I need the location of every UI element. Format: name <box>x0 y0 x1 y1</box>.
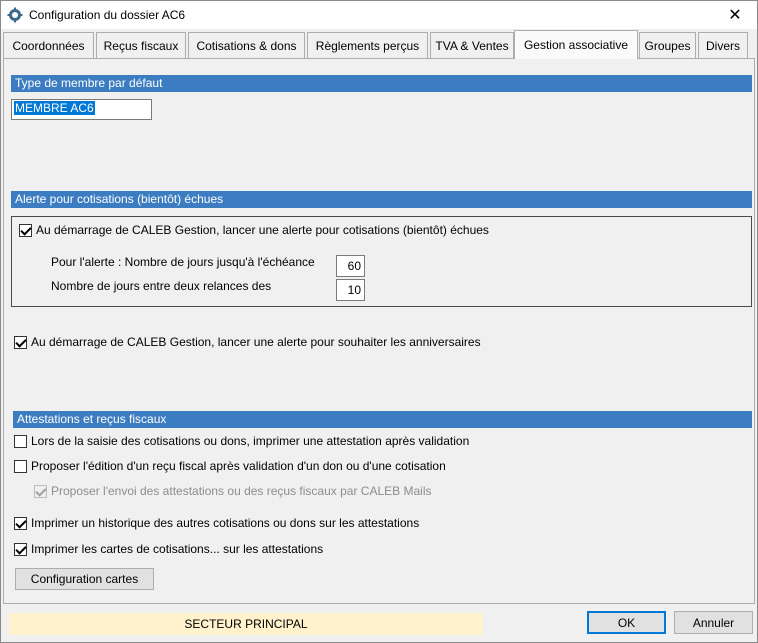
birthday-checkbox[interactable] <box>14 335 27 349</box>
print-attestation-row[interactable]: Lors de la saisie des cotisations ou don… <box>14 434 469 448</box>
startup-alert-label: Au démarrage de CALEB Gestion, lancer un… <box>36 223 489 237</box>
alert-header: Alerte pour cotisations (bientôt) échues <box>11 191 752 208</box>
member-type-value: MEMBRE AC6 <box>14 101 95 115</box>
tab-bar: Coordonnées Reçus fiscaux Cotisations & … <box>3 30 755 59</box>
configuration-cards-button[interactable]: Configuration cartes <box>15 568 154 590</box>
tab-groupes[interactable]: Groupes <box>639 32 696 58</box>
cards-label: Imprimer les cartes de cotisations... su… <box>31 542 324 556</box>
cancel-button[interactable]: Annuler <box>674 611 753 634</box>
tab-cotisations-dons[interactable]: Cotisations & dons <box>188 32 305 58</box>
window-title: Configuration du dossier AC6 <box>29 8 186 22</box>
startup-alert-checkbox[interactable] <box>19 223 32 237</box>
propose-mail-label: Proposer l'envoi des attestations ou des… <box>51 484 432 498</box>
title-bar: Configuration du dossier AC6 ✕ <box>1 1 757 29</box>
app-gear-icon <box>7 7 23 23</box>
days-between-reminders-label: Nombre de jours entre deux relances des <box>51 279 272 293</box>
print-attestation-checkbox[interactable] <box>14 434 27 448</box>
propose-receipt-row[interactable]: Proposer l'édition d'un reçu fiscal aprè… <box>14 459 446 473</box>
history-label: Imprimer un historique des autres cotisa… <box>31 516 420 530</box>
days-to-due-input[interactable]: 60 <box>336 255 365 277</box>
close-icon: ✕ <box>728 7 742 24</box>
tab-gestion-associative[interactable]: Gestion associative <box>514 30 638 59</box>
cards-checkbox[interactable] <box>14 542 27 556</box>
days-between-reminders-input[interactable]: 10 <box>336 279 365 301</box>
ok-button[interactable]: OK <box>587 611 666 634</box>
tab-coordonnees[interactable]: Coordonnées <box>3 32 94 58</box>
sector-status: SECTEUR PRINCIPAL <box>9 613 483 635</box>
tab-tva-ventes[interactable]: TVA & Ventes <box>430 32 514 58</box>
close-button[interactable]: ✕ <box>713 1 757 29</box>
startup-alert-checkbox-row[interactable]: Au démarrage de CALEB Gestion, lancer un… <box>19 223 489 237</box>
tab-panel-gestion-associative: Type de membre par défaut MEMBRE AC6 Ale… <box>3 58 755 604</box>
propose-receipt-label: Proposer l'édition d'un reçu fiscal aprè… <box>31 459 446 473</box>
member-type-header: Type de membre par défaut <box>11 75 752 92</box>
birthday-label: Au démarrage de CALEB Gestion, lancer un… <box>31 335 481 349</box>
history-checkbox[interactable] <box>14 516 27 530</box>
propose-mail-row: Proposer l'envoi des attestations ou des… <box>34 484 431 498</box>
history-row[interactable]: Imprimer un historique des autres cotisa… <box>14 516 419 530</box>
propose-mail-checkbox <box>34 484 47 498</box>
days-to-due-label: Pour l'alerte : Nombre de jours jusqu'à … <box>51 255 315 269</box>
print-attestation-label: Lors de la saisie des cotisations ou don… <box>31 434 470 448</box>
attestations-header: Attestations et reçus fiscaux <box>13 411 752 428</box>
tab-reglements-percus[interactable]: Règlements perçus <box>307 32 428 58</box>
tab-recus-fiscaux[interactable]: Reçus fiscaux <box>96 32 186 58</box>
tab-divers[interactable]: Divers <box>698 32 748 58</box>
member-type-input[interactable]: MEMBRE AC6 <box>11 99 152 120</box>
configuration-dialog: Configuration du dossier AC6 ✕ Coordonné… <box>0 0 758 643</box>
propose-receipt-checkbox[interactable] <box>14 459 27 473</box>
cards-row[interactable]: Imprimer les cartes de cotisations... su… <box>14 542 323 556</box>
alert-groupbox: Au démarrage de CALEB Gestion, lancer un… <box>11 216 752 307</box>
birthday-checkbox-row[interactable]: Au démarrage de CALEB Gestion, lancer un… <box>14 335 481 349</box>
